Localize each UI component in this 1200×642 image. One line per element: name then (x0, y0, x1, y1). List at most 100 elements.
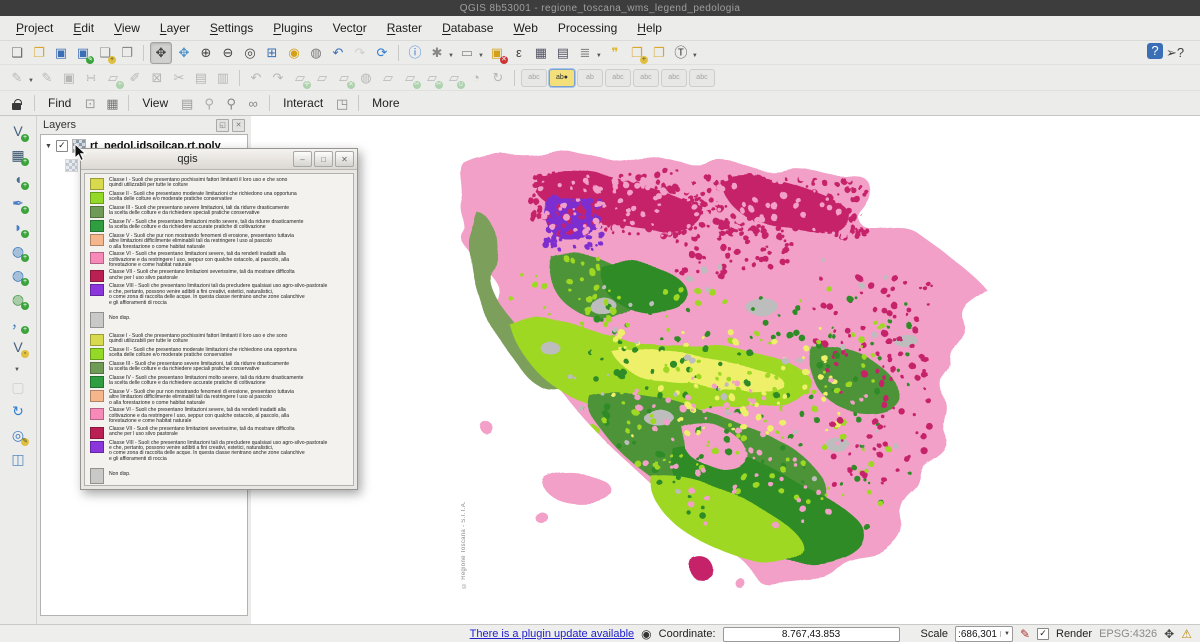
interact-export-icon[interactable]: ◳ (332, 93, 352, 113)
chevron-down-icon[interactable]: ▼ (28, 78, 34, 84)
db-manager-icon[interactable]: ◫ (8, 449, 28, 469)
lock-icon[interactable] (12, 103, 21, 110)
select-features-by-expression-icon[interactable]: ✱ (427, 43, 447, 63)
view-link-icon[interactable]: ∞ (243, 93, 263, 113)
pan-map-icon[interactable]: ✥ (150, 42, 172, 64)
magnifier-lock-icon[interactable]: ✎ (1020, 628, 1030, 640)
pan-to-selection-icon[interactable]: ✥ (174, 43, 194, 63)
add-wms-layer-icon[interactable]: ◍+ (8, 241, 28, 261)
zoom-in-icon[interactable]: ⊕ (196, 43, 216, 63)
open-project-icon[interactable]: ❐ (29, 43, 49, 63)
add-mssql-layer-icon[interactable]: ◗+ (8, 217, 28, 237)
menu-vector[interactable]: Vector (323, 18, 377, 38)
view-pin-icon[interactable]: ⚲ (221, 93, 241, 113)
add-vector-layer-icon[interactable]: V+ (8, 121, 28, 141)
zoom-out-icon[interactable]: ⊖ (218, 43, 238, 63)
find-button[interactable]: Find (48, 96, 71, 110)
menu-view[interactable]: View (104, 18, 150, 38)
menu-settings[interactable]: Settings (200, 18, 263, 38)
add-wfs-layer-icon[interactable]: ◍+ (8, 289, 28, 309)
menu-project[interactable]: Project (6, 18, 63, 38)
render-label: Render (1056, 628, 1092, 640)
zoom-to-selection-icon[interactable]: ◉ (284, 43, 304, 63)
save-project-icon[interactable]: ▣ (51, 43, 71, 63)
select-features-icon[interactable]: ▭ (457, 43, 477, 63)
projection-icon[interactable]: ✥ (1164, 628, 1174, 640)
messages-warning-icon[interactable]: ⚠ (1181, 628, 1192, 640)
menu-raster[interactable]: Raster (377, 18, 432, 38)
show-hide-labels-icon: abc (605, 69, 631, 87)
badge-icon: ✛ (303, 81, 311, 89)
chevron-down-icon[interactable]: ▼ (596, 53, 602, 59)
plugin-manager-icon[interactable]: ◉ (641, 628, 651, 640)
zoom-native-resolution-icon[interactable]: ◎ (240, 43, 260, 63)
view-tray-icon[interactable]: ▤ (177, 93, 197, 113)
coordinate-input[interactable] (723, 627, 900, 642)
close-icon[interactable]: ✕ (335, 151, 354, 167)
legend-swatch (90, 362, 104, 374)
minimize-icon[interactable]: – (293, 151, 312, 167)
chevron-down-icon[interactable]: ▼ (692, 53, 698, 59)
field-calculator-icon[interactable]: ▤ (553, 43, 573, 63)
scale-select[interactable]: :686,301 ▼ (955, 626, 1013, 642)
whats-this-icon[interactable]: ➢? (1165, 43, 1185, 63)
badge-icon: + (640, 56, 648, 64)
crs-indicator[interactable]: EPSG:4326 (1099, 628, 1157, 640)
layer-checkbox[interactable]: ✓ (56, 140, 68, 152)
save-project-as-icon[interactable]: ▣✎ (73, 43, 93, 63)
menu-processing[interactable]: Processing (548, 18, 627, 38)
add-raster-layer-icon[interactable]: ▦+ (8, 145, 28, 165)
text-annotation-icon[interactable]: Ⓣ (671, 43, 691, 63)
chevron-down-icon[interactable]: ▼ (448, 53, 454, 59)
map-canvas[interactable]: © Regione Toscana - S.I.T.A. (251, 116, 1200, 624)
globe-edit-plugin-icon[interactable]: ◎✎ (8, 425, 28, 445)
chevron-down-icon[interactable]: ▼ (14, 367, 20, 373)
new-bookmark-icon[interactable]: ❐+ (627, 43, 647, 63)
menu-layer[interactable]: Layer (150, 18, 200, 38)
legend-dialog-titlebar[interactable]: qgis – □ ✕ (81, 149, 357, 170)
show-bookmarks-icon[interactable]: ❐ (649, 43, 669, 63)
add-wcs-layer-icon[interactable]: ◍+ (8, 265, 28, 285)
open-attribute-table-icon[interactable]: ▦ (531, 43, 551, 63)
view-button[interactable]: View (142, 96, 168, 110)
refresh-map-icon[interactable]: ⟳ (372, 43, 392, 63)
more-button[interactable]: More (372, 96, 399, 110)
new-shapefile-layer-icon[interactable]: V▫ (8, 337, 28, 357)
new-project-icon[interactable]: ❏ (7, 43, 27, 63)
layers-panel-close-icon[interactable]: ✕ (232, 119, 245, 132)
find-grid-icon[interactable]: ▦ (102, 93, 122, 113)
menu-web[interactable]: Web (503, 18, 547, 38)
maximize-icon[interactable]: □ (314, 151, 333, 167)
help-contents-icon[interactable]: ? (1147, 43, 1163, 59)
chevron-down-icon[interactable]: ▼ (1000, 631, 1010, 637)
new-print-layout-icon[interactable]: ❏+ (95, 43, 115, 63)
render-checkbox[interactable]: ✓ (1037, 628, 1049, 640)
menu-help[interactable]: Help (627, 18, 672, 38)
plugin-update-link[interactable]: There is a plugin update available (470, 628, 635, 640)
zoom-last-icon[interactable]: ↶ (328, 43, 348, 63)
add-spatialite-layer-icon[interactable]: ✒+ (8, 193, 28, 213)
deselect-all-icon[interactable]: ▣✕ (487, 43, 507, 63)
refresh-plugin-icon[interactable]: ↻ (8, 401, 28, 421)
find-search-box-icon[interactable]: ⊡ (80, 93, 100, 113)
legend-entry: Classe VIII - Suoli che presentano limit… (90, 284, 350, 306)
zoom-to-layer-icon[interactable]: ◍ (306, 43, 326, 63)
layout-manager-icon[interactable]: ❐ (117, 43, 137, 63)
chevron-down-icon[interactable]: ▼ (478, 53, 484, 59)
view-pin-faded-icon[interactable]: ⚲ (199, 93, 219, 113)
statistical-summary-icon[interactable]: ε (509, 43, 529, 63)
menu-edit[interactable]: Edit (63, 18, 104, 38)
delete-ring-icon: ◍ (356, 68, 376, 88)
zoom-full-icon[interactable]: ⊞ (262, 43, 282, 63)
label-highlighted-icon[interactable]: ab● (549, 69, 575, 87)
menu-database[interactable]: Database (432, 18, 503, 38)
menu-plugins[interactable]: Plugins (263, 18, 322, 38)
measure-icon[interactable]: ≣ (575, 43, 595, 63)
add-delimited-text-layer-icon[interactable]: ，+ (8, 313, 28, 333)
layers-panel-dock-icon[interactable]: ◱ (216, 119, 229, 132)
map-tips-icon[interactable]: ❞ (605, 43, 625, 63)
interact-button[interactable]: Interact (283, 96, 323, 110)
add-postgis-layer-icon[interactable]: ◖+ (8, 169, 28, 189)
identify-features-icon[interactable]: ⓘ (405, 43, 425, 63)
expander-icon[interactable]: ▼ (45, 143, 52, 150)
